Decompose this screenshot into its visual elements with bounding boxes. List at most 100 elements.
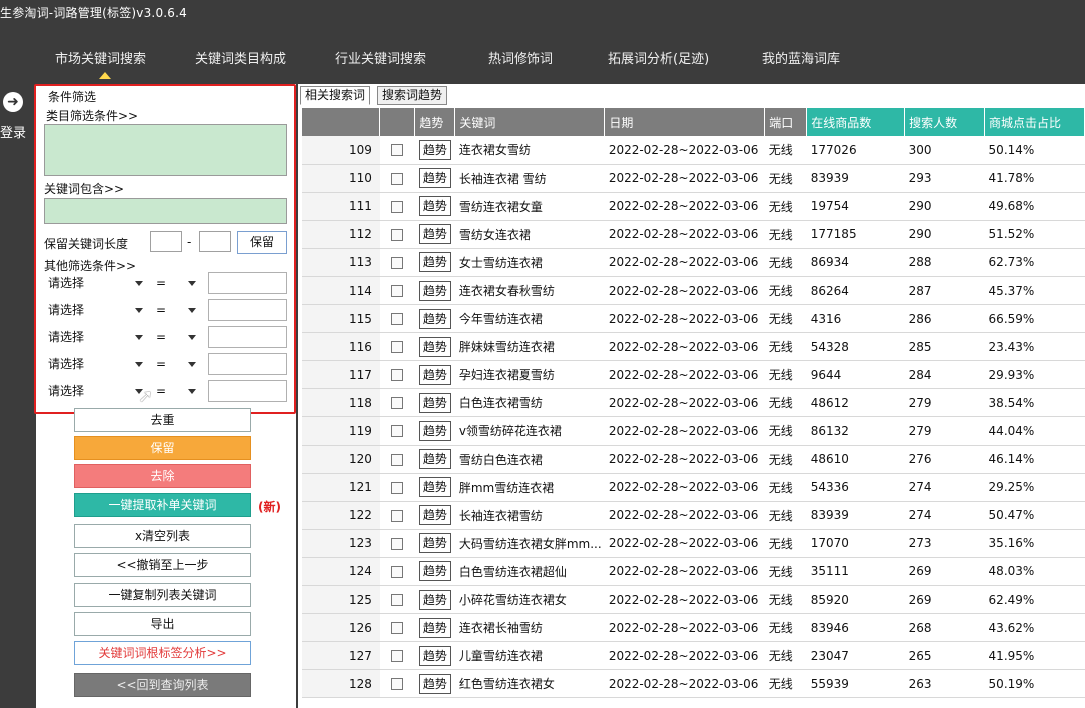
row-checkbox[interactable] (391, 509, 404, 522)
copy-keywords-button[interactable]: 一键复制列表关键词 (74, 583, 251, 607)
table-row[interactable]: 119 趋势 v领雪纺碎花连衣裙 2022-02-28~2022-03-06 无线 861… (302, 416, 1085, 446)
tab-keyword-category[interactable]: 关键词类目构成 (195, 48, 286, 67)
row-trend-cell: 趋势 (414, 388, 455, 418)
table-row[interactable]: 114 趋势 连衣裙女春秋雪纺 2022-02-28~2022-03-06 无线 8626… (302, 276, 1085, 306)
row-port: 无线 (764, 557, 807, 587)
dedupe-button[interactable]: 去重 (74, 408, 251, 432)
tab-related-search-terms[interactable]: 相关搜索词 (300, 86, 371, 105)
login-button[interactable]: ➜ 登录 (0, 92, 26, 141)
col-header-keyword[interactable]: 关键词 (454, 108, 606, 136)
row-checkbox[interactable] (391, 397, 404, 410)
col-header-port[interactable]: 端口 (764, 108, 808, 136)
tab-hot-modifiers[interactable]: 热词修饰词 (488, 48, 553, 67)
row-trend-cell: 趋势 (414, 192, 455, 221)
table-row[interactable]: 117 趋势 孕妇连衣裙夏雪纺 2022-02-28~2022-03-06 无线 9644… (302, 360, 1085, 390)
col-header-online-items[interactable]: 在线商品数 (806, 108, 906, 136)
table-row[interactable]: 126 趋势 连衣裙长袖雪纺 2022-02-28~2022-03-06 无线 83946… (302, 613, 1085, 643)
row-searchers: 268 (904, 613, 985, 643)
row-index: 126 (302, 613, 380, 643)
row-checkbox[interactable] (391, 481, 404, 494)
trend-button[interactable]: 趋势 (418, 449, 451, 470)
row-index: 116 (302, 332, 380, 362)
trend-button[interactable]: 趋势 (418, 533, 451, 554)
row-checkbox[interactable] (391, 313, 404, 326)
table-row[interactable]: 112 趋势 雪纺女连衣裙 2022-02-28~2022-03-06 无线 177185… (302, 220, 1085, 249)
table-row[interactable]: 125 趋势 小碎花雪纺连衣裙女 2022-02-28~2022-03-06 无线 859… (302, 585, 1085, 615)
extract-keywords-button[interactable]: 一键提取补单关键词 (74, 493, 251, 517)
root-tag-analysis-button[interactable]: 关键词词根标签分析>> (74, 641, 251, 665)
row-online-items: 4316 (806, 304, 905, 334)
row-checkbox[interactable] (391, 256, 404, 269)
login-label: 登录 (0, 126, 27, 141)
row-checkbox[interactable] (391, 537, 404, 550)
table-row[interactable]: 109 趋势 连衣裙女雪纺 2022-02-28~2022-03-06 无线 177026… (302, 136, 1085, 165)
table-row[interactable]: 111 趋势 雪纺连衣裙女童 2022-02-28~2022-03-06 无线 19754… (302, 192, 1085, 221)
row-checkbox[interactable] (391, 144, 404, 157)
trend-button[interactable]: 趋势 (418, 280, 451, 301)
row-checkbox[interactable] (391, 678, 404, 691)
row-checkbox[interactable] (391, 200, 404, 213)
row-port: 无线 (764, 416, 807, 446)
back-to-query-button[interactable]: <<回到查询列表 (74, 673, 251, 697)
tab-expansion-analysis[interactable]: 拓展词分析(足迹) (608, 48, 709, 67)
table-row[interactable]: 121 趋势 胖mm雪纺连衣裙 2022-02-28~2022-03-06 无线 5433… (302, 473, 1085, 502)
table-row[interactable]: 128 趋势 红色雪纺连衣裙女 2022-02-28~2022-03-06 无线 5593… (302, 669, 1085, 699)
trend-button[interactable]: 趋势 (418, 196, 451, 217)
trend-button[interactable]: 趋势 (418, 168, 451, 189)
col-header-searchers[interactable]: 搜索人数 (904, 108, 986, 136)
trend-button[interactable]: 趋势 (418, 477, 451, 498)
trend-button[interactable]: 趋势 (418, 336, 451, 357)
table-row[interactable]: 124 趋势 白色雪纺连衣裙超仙 2022-02-28~2022-03-06 无线 351… (302, 557, 1085, 587)
keep-button[interactable]: 保留 (74, 436, 251, 460)
trend-button[interactable]: 趋势 (418, 673, 451, 694)
row-checkbox[interactable] (391, 453, 404, 466)
trend-button[interactable]: 趋势 (418, 645, 451, 666)
table-row[interactable]: 110 趋势 长袖连衣裙 雪纺 2022-02-28~2022-03-06 无线 8393… (302, 164, 1085, 193)
row-checkbox[interactable] (391, 369, 404, 382)
row-checkbox[interactable] (391, 228, 404, 241)
table-row[interactable]: 113 趋势 女士雪纺连衣裙 2022-02-28~2022-03-06 无线 86934… (302, 248, 1085, 277)
trend-button[interactable]: 趋势 (418, 589, 451, 610)
row-checkbox[interactable] (391, 341, 404, 354)
trend-button[interactable]: 趋势 (418, 252, 451, 273)
clear-list-button[interactable]: x清空列表 (74, 524, 251, 548)
col-header-trend[interactable]: 趋势 (414, 108, 456, 136)
trend-button[interactable]: 趋势 (418, 308, 451, 329)
table-row[interactable]: 116 趋势 胖妹妹雪纺连衣裙 2022-02-28~2022-03-06 无线 5432… (302, 332, 1085, 362)
export-button[interactable]: 导出 (74, 612, 251, 636)
tab-search-trend[interactable]: 搜索词趋势 (377, 86, 448, 105)
trend-button[interactable]: 趋势 (418, 364, 451, 385)
trend-button[interactable]: 趋势 (418, 617, 451, 638)
col-header-mall-click-ratio[interactable]: 商城点击占比 (984, 108, 1085, 136)
table-row[interactable]: 118 趋势 白色连衣裙雪纺 2022-02-28~2022-03-06 无线 48612… (302, 388, 1085, 418)
row-online-items: 177026 (806, 136, 905, 165)
trend-button[interactable]: 趋势 (418, 420, 451, 441)
col-header-date[interactable]: 日期 (604, 108, 766, 136)
row-mall-click-ratio: 48.03% (984, 557, 1085, 587)
trend-button[interactable]: 趋势 (418, 561, 451, 582)
table-row[interactable]: 122 趋势 长袖连衣裙雪纺 2022-02-28~2022-03-06 无线 83939… (302, 501, 1085, 530)
row-checkbox[interactable] (391, 650, 404, 663)
trend-button[interactable]: 趋势 (418, 224, 451, 245)
trend-button[interactable]: 趋势 (418, 139, 451, 160)
table-row[interactable]: 123 趋势 大码雪纺连衣裙女胖mm... 2022-02-28~2022-03-06… (302, 529, 1085, 558)
row-checkbox[interactable] (391, 622, 404, 635)
row-checkbox[interactable] (391, 172, 404, 185)
tab-blue-ocean-library[interactable]: 我的蓝海词库 (762, 48, 840, 67)
row-mall-click-ratio: 49.68% (984, 192, 1085, 221)
tab-market-keyword-search[interactable]: 市场关键词搜索 (55, 48, 146, 79)
row-online-items: 48610 (806, 445, 905, 474)
table-row[interactable]: 115 趋势 今年雪纺连衣裙 2022-02-28~2022-03-06 无线 4316 2… (302, 304, 1085, 334)
row-mall-click-ratio: 46.14% (984, 445, 1085, 474)
undo-button[interactable]: <<撤销至上一步 (74, 553, 251, 577)
trend-button[interactable]: 趋势 (418, 392, 451, 413)
tab-industry-keyword-search[interactable]: 行业关键词搜索 (335, 48, 426, 67)
row-checkbox[interactable] (391, 285, 404, 298)
row-checkbox[interactable] (391, 565, 404, 578)
remove-button[interactable]: 去除 (74, 464, 251, 488)
row-checkbox[interactable] (391, 594, 404, 607)
table-row[interactable]: 120 趋势 雪纺白色连衣裙 2022-02-28~2022-03-06 无线 48610… (302, 445, 1085, 474)
table-row[interactable]: 127 趋势 儿童雪纺连衣裙 2022-02-28~2022-03-06 无线 23047… (302, 641, 1085, 671)
trend-button[interactable]: 趋势 (418, 505, 451, 526)
row-checkbox[interactable] (391, 425, 404, 438)
